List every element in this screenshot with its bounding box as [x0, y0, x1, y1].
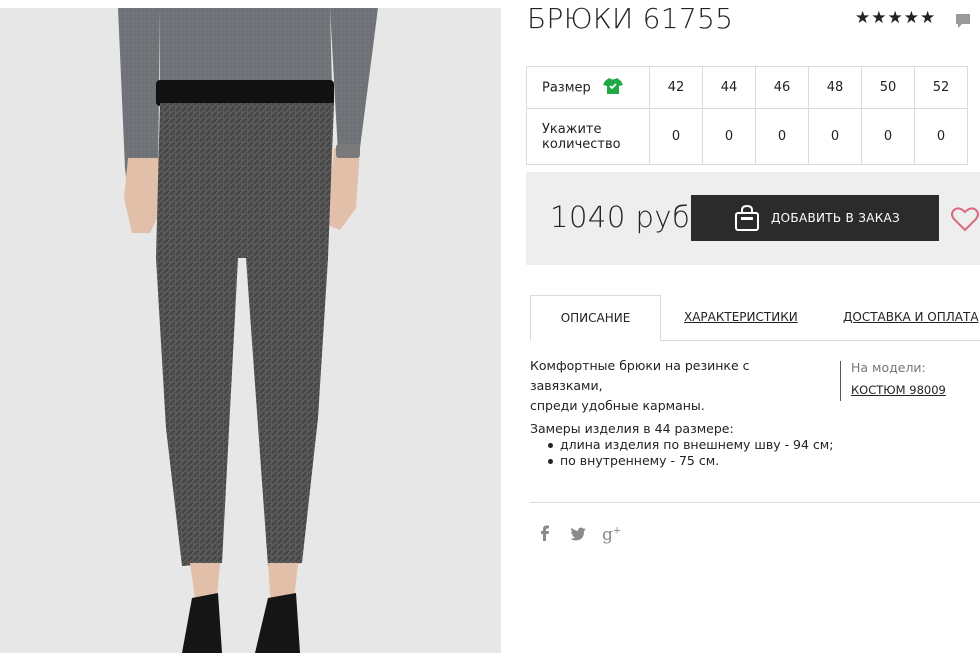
- add-to-order-button[interactable]: ДОБАВИТЬ В ЗАКАЗ: [691, 195, 939, 241]
- size-table: Размер 42 44 46 48 50 52 Укажите количес…: [526, 66, 968, 165]
- product-tabs: ОПИСАНИЕ ХАРАКТЕРИСТИКИ ДОСТАВКА И ОПЛАТ…: [530, 295, 980, 341]
- size-option[interactable]: 50: [861, 66, 915, 109]
- quantity-label-cell: Укажите количество: [526, 108, 650, 165]
- product-description: Комфортные брюки на резинке с завязками,…: [530, 356, 820, 416]
- bag-icon: [733, 204, 761, 235]
- quantity-label-line1: Укажите: [542, 121, 602, 137]
- comment-icon[interactable]: [955, 13, 971, 33]
- measurements: Замеры изделия в 44 размере: длина издел…: [530, 421, 833, 469]
- product-title: БРЮКИ 61755: [527, 2, 734, 35]
- model-info: На модели: КОСТЮМ 98009: [840, 361, 946, 401]
- rating-stars[interactable]: ★ ★ ★ ★ ★: [855, 8, 935, 28]
- star-icon[interactable]: ★: [871, 8, 886, 28]
- size-option[interactable]: 42: [649, 66, 703, 109]
- description-line: спреди удобные карманы.: [530, 398, 705, 413]
- add-to-order-label: ДОБАВИТЬ В ЗАКАЗ: [771, 211, 901, 225]
- list-item: по внутреннему - 75 см.: [547, 453, 833, 469]
- divider: [530, 502, 980, 503]
- price-panel: 1040 руб ДОБАВИТЬ В ЗАКАЗ: [526, 172, 980, 265]
- quantity-input[interactable]: 0: [808, 108, 862, 165]
- facebook-icon[interactable]: [540, 525, 550, 545]
- star-icon[interactable]: ★: [920, 8, 935, 28]
- star-icon[interactable]: ★: [855, 8, 870, 28]
- tab-delivery-payment[interactable]: ДОСТАВКА И ОПЛАТА: [843, 295, 979, 340]
- quantity-input[interactable]: 0: [702, 108, 756, 165]
- measurements-list: длина изделия по внешнему шву - 94 см; п…: [530, 437, 833, 469]
- size-option[interactable]: 46: [755, 66, 809, 109]
- size-option[interactable]: 52: [914, 66, 968, 109]
- shirt-icon[interactable]: [602, 77, 623, 99]
- google-plus-icon[interactable]: g+: [602, 525, 621, 545]
- size-option[interactable]: 44: [702, 66, 756, 109]
- price: 1040 руб: [550, 200, 691, 234]
- list-item: длина изделия по внешнему шву - 94 см;: [547, 437, 834, 452]
- heart-icon[interactable]: [950, 205, 980, 237]
- quantity-input[interactable]: 0: [755, 108, 809, 165]
- model-outfit-link[interactable]: КОСТЮМ 98009: [851, 383, 946, 397]
- quantity-input[interactable]: 0: [861, 108, 915, 165]
- product-photo[interactable]: [0, 8, 501, 653]
- description-line: Комфортные брюки на резинке с завязками,: [530, 358, 750, 393]
- star-icon[interactable]: ★: [904, 8, 919, 28]
- star-icon[interactable]: ★: [888, 8, 903, 28]
- model-label: На модели:: [851, 360, 926, 375]
- measurements-title: Замеры изделия в 44 размере:: [530, 421, 734, 436]
- quantity-label-line2: количество: [542, 136, 621, 152]
- twitter-icon[interactable]: [570, 526, 586, 545]
- tab-description[interactable]: ОПИСАНИЕ: [530, 295, 661, 341]
- size-label-cell: Размер: [526, 66, 650, 109]
- tabs-divider: [660, 340, 980, 341]
- size-label: Размер: [542, 80, 591, 95]
- size-option[interactable]: 48: [808, 66, 862, 109]
- social-share: g+: [540, 525, 621, 545]
- quantity-input[interactable]: 0: [649, 108, 703, 165]
- tab-characteristics[interactable]: ХАРАКТЕРИСТИКИ: [684, 295, 798, 340]
- quantity-input[interactable]: 0: [914, 108, 968, 165]
